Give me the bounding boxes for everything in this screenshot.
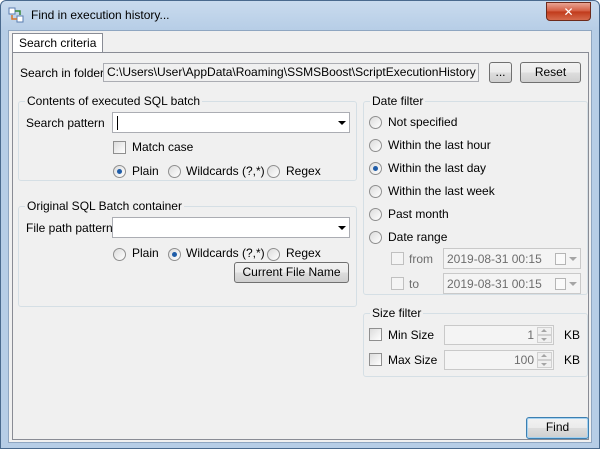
date-option-date-range-radio[interactable] <box>369 231 382 244</box>
contents-mode-wildcards-label[interactable]: Wildcards (?,*) <box>186 164 265 178</box>
calendar-icon <box>555 278 566 290</box>
contents-mode-plain-label[interactable]: Plain <box>132 164 159 178</box>
container-mode-wildcards-radio[interactable] <box>168 248 181 261</box>
contents-mode-regex-radio[interactable] <box>267 165 280 178</box>
date-from-checkbox[interactable] <box>391 252 404 265</box>
date-option-last-week-label[interactable]: Within the last week <box>388 184 495 198</box>
date-option-not-specified-label[interactable]: Not specified <box>388 115 457 129</box>
max-size-value: 100 <box>513 353 534 367</box>
chevron-down-icon[interactable] <box>338 226 346 230</box>
contents-group-title: Contents of executed SQL batch <box>25 94 202 108</box>
container-mode-plain-label[interactable]: Plain <box>132 246 159 260</box>
date-option-past-month-radio[interactable] <box>369 208 382 221</box>
search-pattern-input[interactable] <box>112 112 350 133</box>
app-icon <box>8 7 24 23</box>
date-option-last-hour-radio[interactable] <box>369 139 382 152</box>
match-case-checkbox[interactable] <box>113 141 126 154</box>
text-caret <box>117 116 118 130</box>
contents-mode-wildcards-radio[interactable] <box>168 165 181 178</box>
close-button[interactable]: ✕ <box>546 2 591 21</box>
contents-mode-regex-label[interactable]: Regex <box>286 164 321 178</box>
date-option-last-day-radio[interactable] <box>369 162 382 175</box>
date-option-not-specified-radio[interactable] <box>369 116 382 129</box>
date-to-label: to <box>409 277 420 291</box>
search-folder-path[interactable]: C:\Users\User\AppData\Roaming\SSMSBoost\… <box>103 63 479 82</box>
date-from-label: from <box>409 252 433 266</box>
date-filter-title: Date filter <box>370 94 426 108</box>
search-folder-label: Search in folder <box>20 66 105 80</box>
min-size-checkbox[interactable] <box>369 328 382 341</box>
date-from-picker[interactable]: 2019-08-31 00:15 <box>443 248 581 269</box>
min-size-unit: KB <box>564 328 581 342</box>
contents-mode-plain-radio[interactable] <box>113 165 126 178</box>
match-case-label[interactable]: Match case <box>132 140 193 154</box>
date-option-last-day-label[interactable]: Within the last day <box>388 161 486 175</box>
title-bar[interactable]: Find in execution history... ✕ <box>1 1 599 29</box>
chevron-down-icon[interactable] <box>569 282 577 286</box>
container-mode-regex-label[interactable]: Regex <box>286 246 321 260</box>
calendar-icon <box>555 253 566 265</box>
date-option-date-range-label[interactable]: Date range <box>388 230 447 244</box>
date-option-last-week-radio[interactable] <box>369 185 382 198</box>
max-size-unit: KB <box>564 353 581 367</box>
size-filter-title: Size filter <box>370 306 424 320</box>
min-size-label[interactable]: Min Size <box>388 328 434 342</box>
current-file-name-button[interactable]: Current File Name <box>234 262 349 283</box>
file-path-pattern-input[interactable] <box>112 217 350 238</box>
max-size-checkbox[interactable] <box>369 353 382 366</box>
chevron-down-icon[interactable] <box>338 121 346 125</box>
date-option-last-hour-label[interactable]: Within the last hour <box>388 138 491 152</box>
browse-folder-button[interactable]: ... <box>489 62 512 83</box>
search-pattern-label: Search pattern <box>26 116 105 130</box>
max-size-input[interactable]: 100 <box>444 350 554 370</box>
date-to-value: 2019-08-31 00:15 <box>447 277 542 291</box>
chevron-down-icon[interactable] <box>569 257 577 261</box>
date-option-past-month-label[interactable]: Past month <box>388 207 449 221</box>
close-icon: ✕ <box>563 4 574 19</box>
date-to-checkbox[interactable] <box>391 277 404 290</box>
date-from-value: 2019-08-31 00:15 <box>447 252 542 266</box>
date-to-picker[interactable]: 2019-08-31 00:15 <box>443 273 581 294</box>
search-criteria-panel: Search in folder C:\Users\User\AppData\R… <box>12 52 589 440</box>
min-size-input[interactable]: 1 <box>444 325 554 345</box>
spinner-icon[interactable] <box>537 352 552 368</box>
container-mode-plain-radio[interactable] <box>113 248 126 261</box>
max-size-label[interactable]: Max Size <box>388 353 437 367</box>
min-size-value: 1 <box>527 328 534 342</box>
find-button[interactable]: Find <box>526 417 589 439</box>
container-group-title: Original SQL Batch container <box>25 199 184 213</box>
window-title: Find in execution history... <box>31 8 170 22</box>
tab-search-criteria[interactable]: Search criteria <box>12 33 104 53</box>
container-mode-wildcards-label[interactable]: Wildcards (?,*) <box>186 246 265 260</box>
spinner-icon[interactable] <box>537 327 552 343</box>
file-path-pattern-label: File path pattern <box>26 221 113 235</box>
dialog-client-area: Search criteria Search in folder C:\User… <box>8 30 592 443</box>
reset-button[interactable]: Reset <box>520 62 581 83</box>
container-mode-regex-radio[interactable] <box>267 248 280 261</box>
find-dialog-window: Find in execution history... ✕ Search cr… <box>0 0 600 449</box>
